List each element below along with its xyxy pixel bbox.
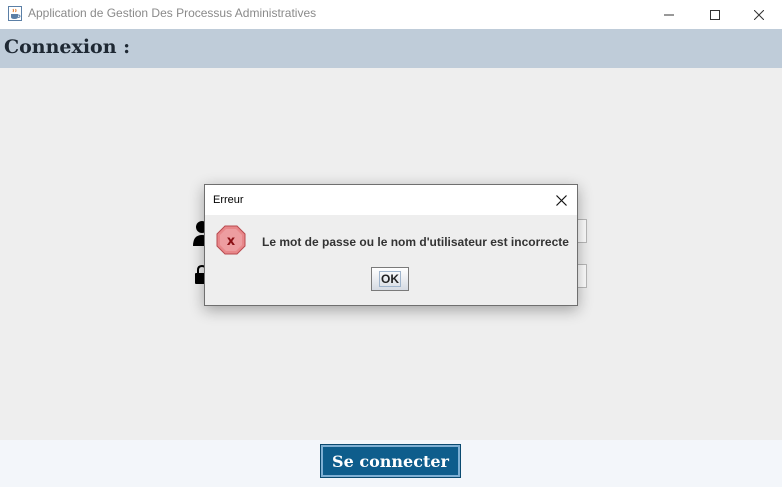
error-icon: x (216, 225, 246, 259)
dialog-close-button[interactable] (547, 189, 575, 211)
maximize-icon (710, 5, 720, 24)
page-title: Connexion : (4, 36, 131, 58)
ok-button-label: OK (379, 271, 401, 287)
minimize-button[interactable] (646, 0, 692, 29)
dialog-title: Erreur (213, 194, 244, 206)
minimize-icon (664, 5, 674, 24)
window-close-button[interactable] (736, 0, 782, 29)
dialog-message: Le mot de passe ou le nom d'utilisateur … (262, 235, 569, 249)
close-icon (555, 191, 567, 210)
window-titlebar: Application de Gestion Des Processus Adm… (0, 0, 782, 29)
connect-button[interactable]: Se connecter (320, 444, 461, 478)
maximize-button[interactable] (692, 0, 738, 29)
svg-text:x: x (227, 234, 236, 249)
dialog-titlebar: Erreur (205, 185, 577, 215)
java-cup-icon (8, 6, 22, 21)
close-icon (753, 5, 765, 24)
window-title: Application de Gestion Des Processus Adm… (28, 6, 317, 20)
error-dialog: Erreur x Le mot de passe ou le nom d'uti… (204, 184, 578, 306)
ok-button[interactable]: OK (371, 267, 409, 291)
page-header: Connexion : (0, 29, 782, 68)
